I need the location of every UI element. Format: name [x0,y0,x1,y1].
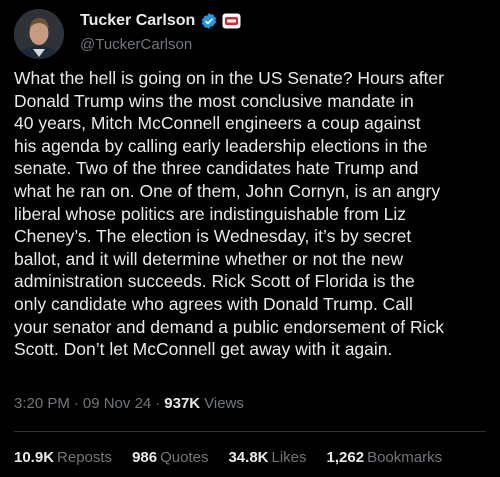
quotes-label: Quotes [160,449,209,466]
bookmarks-stat[interactable]: 1,262 Bookmarks [327,449,443,466]
reposts-label: Reposts [57,449,113,466]
quotes-stat[interactable]: 986 Quotes [132,449,208,466]
bookmarks-count: 1,262 [326,449,365,466]
tweet-meta: 3:20 PM · 09 Nov 24 · 937K Views [14,395,244,412]
quotes-count: 986 [132,449,158,466]
reposts-count: 10.9K [14,449,55,466]
views-label: Views [204,395,244,412]
tweet-text: What the hell is going on in the US Sena… [14,68,444,360]
verified-badge-icon [202,13,217,29]
likes-count: 34.8K [228,449,269,466]
avatar[interactable] [14,9,64,59]
views-count: 937K [164,395,201,412]
likes-stat[interactable]: 34.8K Likes [228,449,306,466]
display-name[interactable]: Tucker Carlson [80,12,195,30]
meta-separator: · [73,395,79,412]
engagement-stats: 10.9K Reposts 986 Quotes 34.8K Likes 1,262 B… [14,449,462,466]
meta-separator: · [155,395,161,412]
affiliation-badge-icon[interactable] [222,13,241,29]
timestamp-time[interactable]: 3:20 PM [14,395,70,412]
likes-label: Likes [271,449,307,466]
divider [14,431,486,432]
timestamp-date[interactable]: 09 Nov 24 [83,395,151,412]
reposts-stat[interactable]: 10.9K Reposts [14,449,112,466]
handle[interactable]: @TuckerCarlson [80,36,241,53]
bookmarks-label: Bookmarks [367,449,443,466]
tweet-header: Tucker Carlson @TuckerCarlson [14,8,486,60]
